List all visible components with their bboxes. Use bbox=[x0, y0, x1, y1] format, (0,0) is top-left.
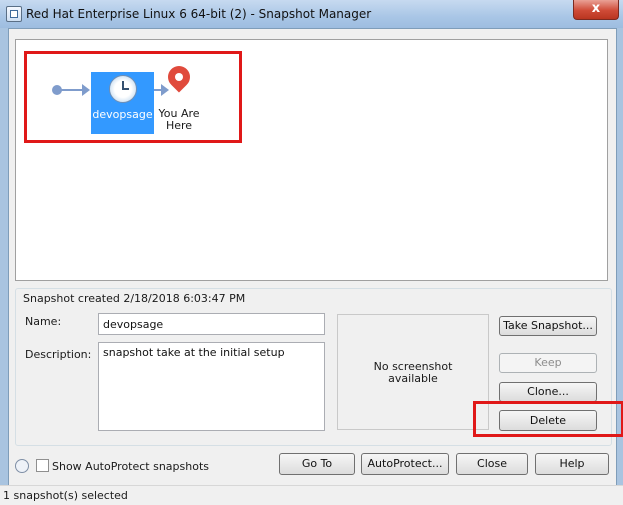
name-label: Name: bbox=[25, 315, 62, 328]
dialog-body: devopsage You Are Here Snapshot created … bbox=[8, 28, 623, 486]
status-bar: 1 snapshot(s) selected bbox=[0, 485, 623, 505]
window-title: Red Hat Enterprise Linux 6 64-bit (2) - … bbox=[26, 7, 372, 21]
snapshot-created-text: Snapshot created 2/18/2018 6:03:47 PM bbox=[23, 292, 246, 305]
description-label: Description: bbox=[25, 348, 92, 361]
highlight-box-snapshot-tree bbox=[24, 51, 242, 143]
highlight-box-delete bbox=[473, 401, 623, 437]
status-text: 1 snapshot(s) selected bbox=[3, 489, 128, 502]
title-bar[interactable]: Red Hat Enterprise Linux 6 64-bit (2) - … bbox=[0, 0, 623, 28]
snapshot-manager-window: Red Hat Enterprise Linux 6 64-bit (2) - … bbox=[0, 0, 623, 505]
clone-button[interactable]: Clone... bbox=[499, 382, 597, 402]
vm-app-icon bbox=[6, 6, 22, 22]
autoprotect-icon bbox=[15, 459, 29, 473]
screenshot-preview: No screenshot available bbox=[337, 314, 489, 430]
keep-button[interactable]: Keep bbox=[499, 353, 597, 373]
take-snapshot-button[interactable]: Take Snapshot... bbox=[499, 316, 597, 336]
no-screenshot-text: No screenshot available bbox=[373, 360, 453, 385]
show-autoprotect-label: Show AutoProtect snapshots bbox=[52, 460, 210, 473]
help-button[interactable]: Help bbox=[535, 453, 609, 475]
autoprotect-button[interactable]: AutoProtect... bbox=[361, 453, 449, 475]
close-button[interactable]: Close bbox=[456, 453, 528, 475]
show-autoprotect-checkbox[interactable] bbox=[36, 459, 49, 472]
snapshot-name-field[interactable] bbox=[98, 313, 325, 335]
go-to-button[interactable]: Go To bbox=[279, 453, 355, 475]
close-window-button[interactable]: x bbox=[573, 0, 619, 20]
snapshot-description-field[interactable]: snapshot take at the initial setup bbox=[98, 342, 325, 431]
